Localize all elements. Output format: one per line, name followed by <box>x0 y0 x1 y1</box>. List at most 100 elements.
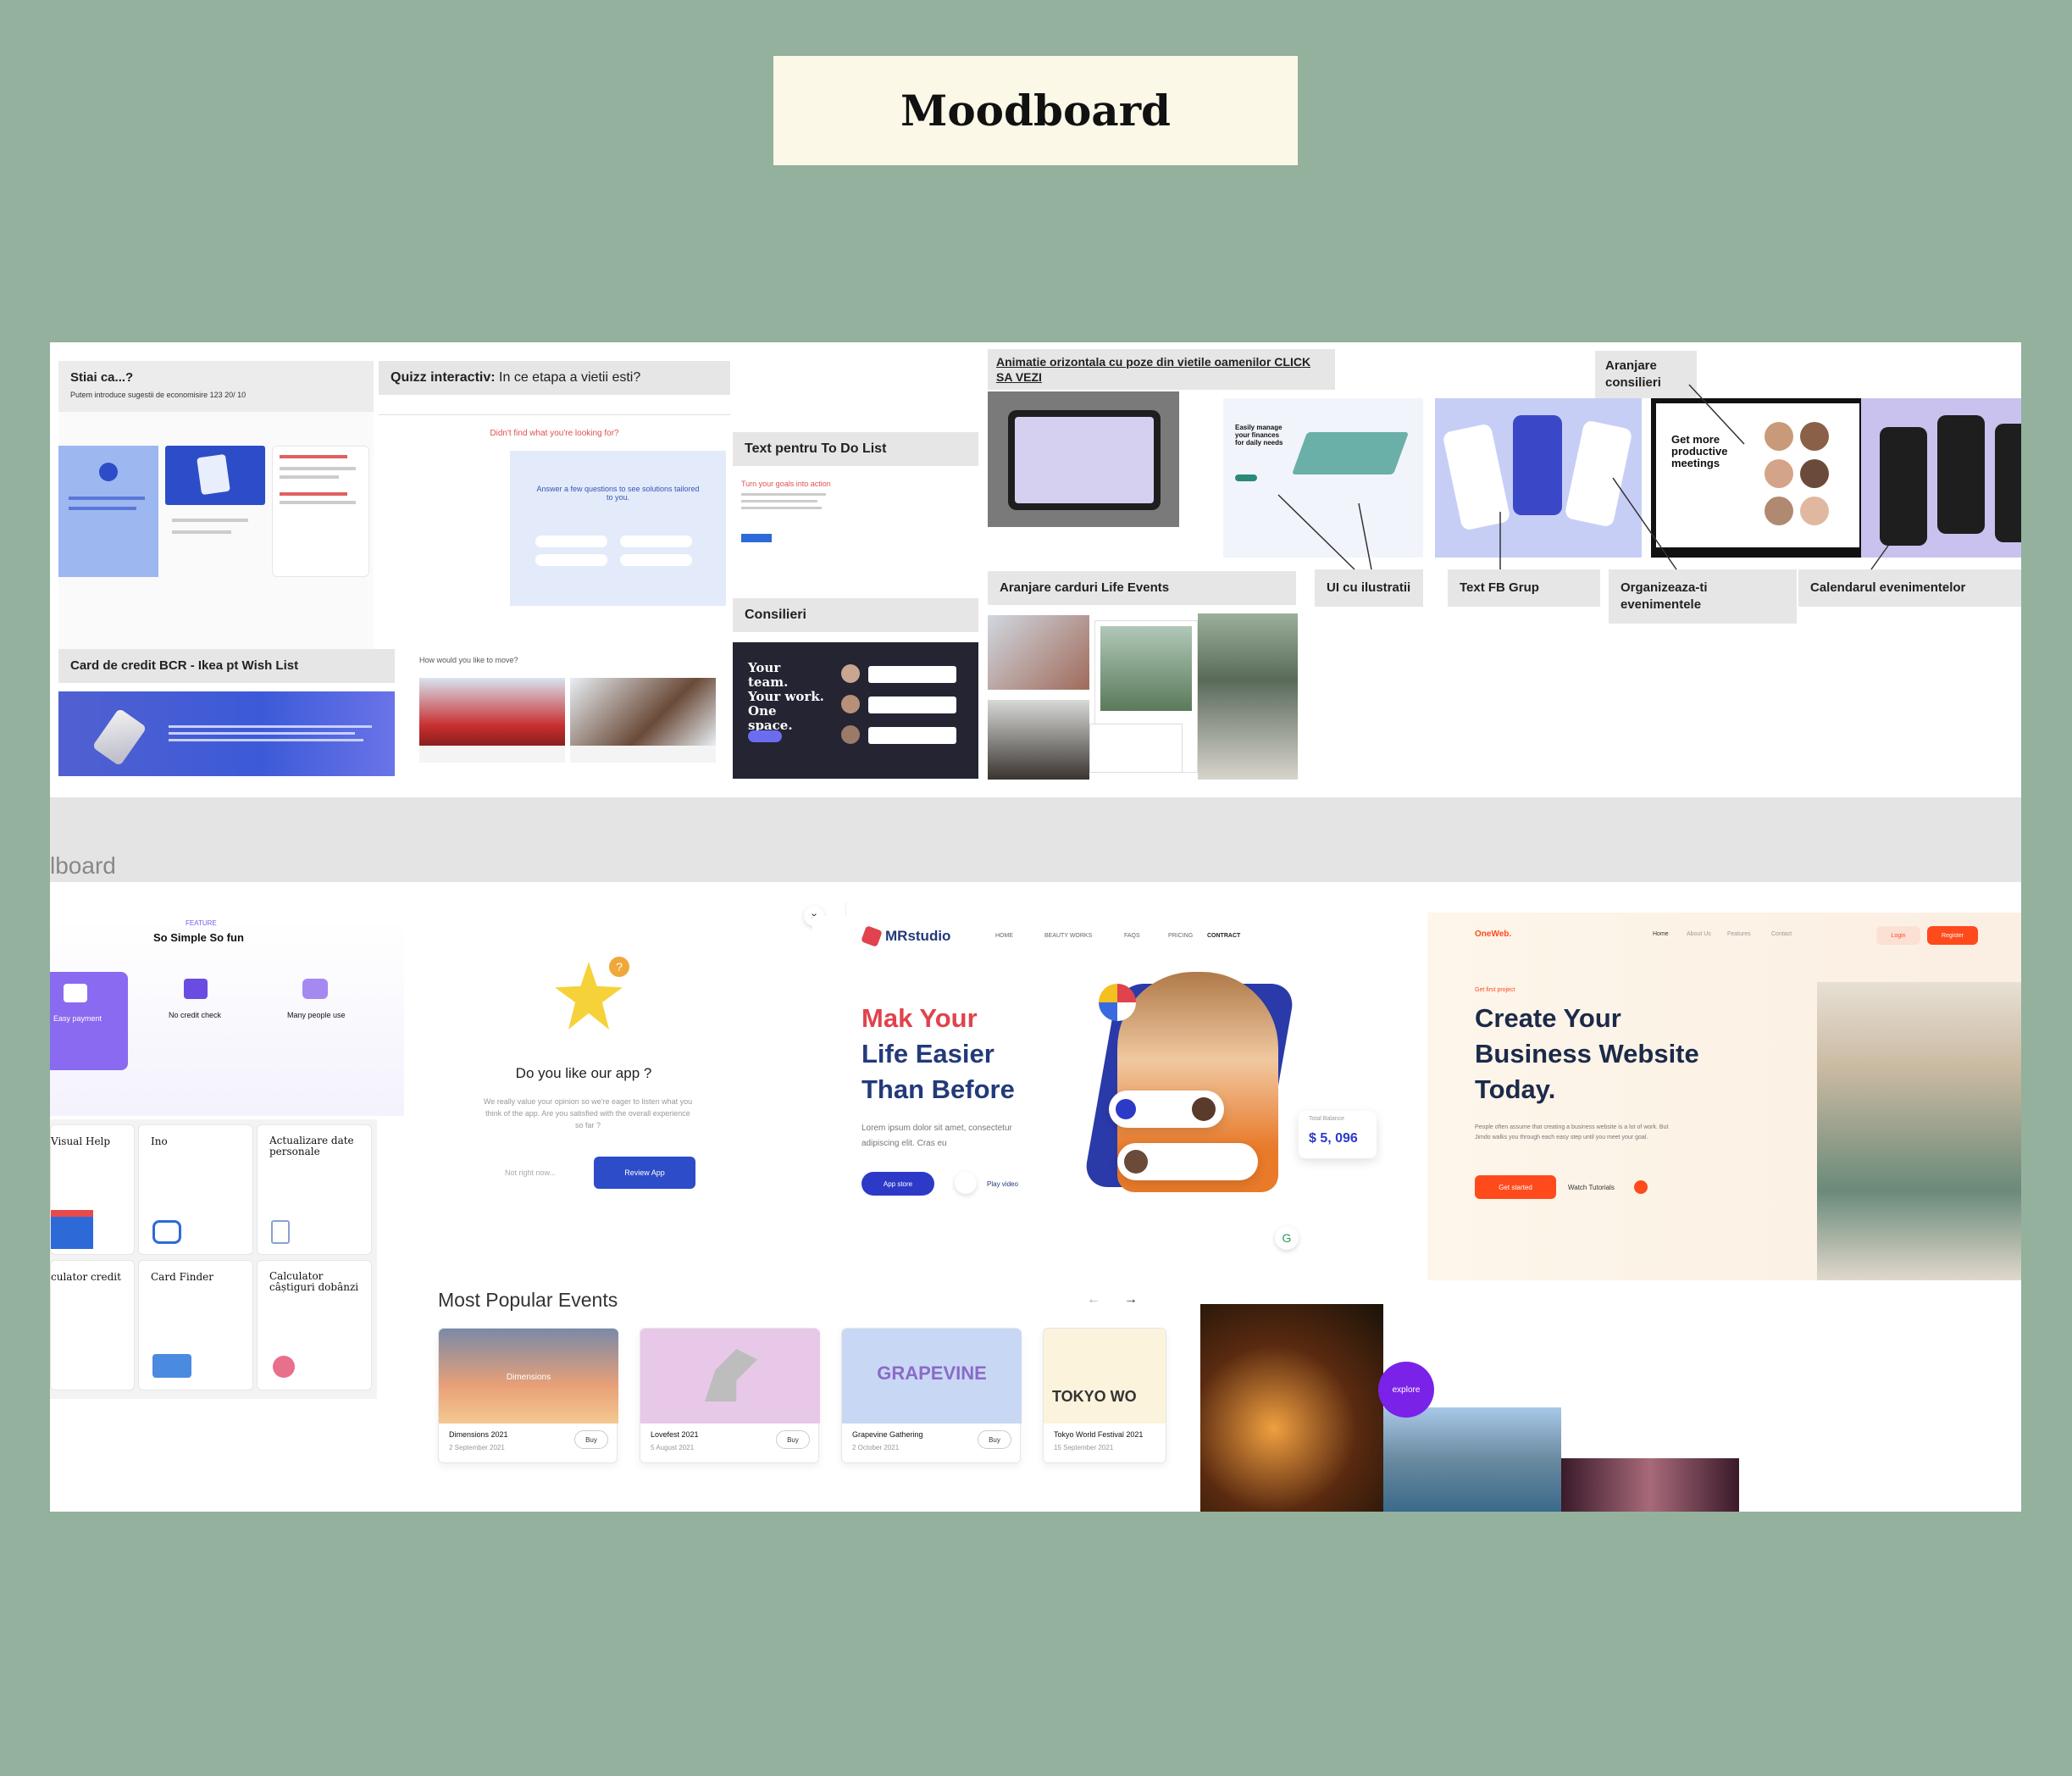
oneweb-nav-features[interactable]: Features <box>1727 931 1751 937</box>
play-icon[interactable] <box>955 1172 977 1194</box>
get-started-button[interactable]: Get started <box>1475 1175 1556 1199</box>
tile-title: Visual Help <box>51 1135 111 1147</box>
tile-calculator[interactable]: Calculator câștiguri dobânzi <box>257 1260 372 1390</box>
wallet-icon <box>64 984 87 1002</box>
board-separator: lboard <box>50 797 2021 882</box>
tile-credit[interactable]: culator credit <box>50 1260 135 1390</box>
play-icon[interactable] <box>1634 1180 1648 1194</box>
moodboard-section-1: Stiai ca...? Putem introduce sugestii de… <box>50 342 2021 797</box>
register-button[interactable]: Register <box>1927 926 1978 945</box>
buy-button[interactable]: Buy <box>574 1430 608 1449</box>
not-now-button[interactable]: Not right now... <box>484 1157 577 1189</box>
tile-title: culator credit <box>51 1271 121 1283</box>
piggy-icon <box>273 1356 295 1378</box>
feedback-text: We really value your opinion so we're ea… <box>483 1097 693 1129</box>
hero-line-3: Than Before <box>861 1074 1015 1104</box>
event-image: GRAPEVINE <box>842 1329 1022 1424</box>
tile-title: Ino <box>151 1135 168 1147</box>
event-name: Tokyo World Festival 2021 <box>1054 1430 1144 1439</box>
hero-line-2: Life Easier <box>861 1039 994 1068</box>
user-pill <box>1117 1143 1258 1180</box>
event-image <box>640 1329 820 1424</box>
buy-button[interactable]: Buy <box>776 1430 810 1449</box>
mrstudio-logo-icon <box>861 925 883 947</box>
feature-label: No credit check <box>169 1011 222 1019</box>
events-section: Most Popular Events ← → Dimensions Dimen… <box>389 1289 1251 1512</box>
arrow-right-icon[interactable]: → <box>1124 1292 1138 1307</box>
event-card[interactable]: Lovefest 2021 5 August 2021 Buy <box>640 1328 820 1463</box>
event-name: Dimensions 2021 <box>449 1430 508 1439</box>
tile-title: Actualizare date personale <box>269 1135 354 1157</box>
feature-easy-payment[interactable]: Easy payment <box>50 972 128 1070</box>
nav-beauty-works[interactable]: BEAUTY WORKS <box>1044 933 1092 939</box>
abstract-shape-icon <box>705 1349 757 1401</box>
feature-label: Many people use <box>287 1011 346 1019</box>
hero-body: Lorem ipsum dolor sit amet, consectetur … <box>861 1124 1012 1148</box>
event-name: Grapevine Gathering <box>852 1430 923 1439</box>
event-name: Lovefest 2021 <box>651 1430 699 1439</box>
avatar <box>1192 1097 1216 1121</box>
oneweb-brand: OneWeb. <box>1475 930 1512 939</box>
nav-contract[interactable]: CONTRACT <box>1207 933 1240 939</box>
event-card[interactable]: TOKYO WO Tokyo World Festival 2021 15 Se… <box>1043 1328 1166 1463</box>
oneweb-headline-3: Today. <box>1475 1074 1556 1104</box>
event-image: Dimensions <box>439 1329 618 1424</box>
title-box: Moodboard <box>773 56 1298 165</box>
event-image: TOKYO WO <box>1044 1329 1166 1424</box>
tile-title: Card Finder <box>151 1271 213 1283</box>
tunnel-photo <box>1561 1458 1739 1512</box>
explore-button[interactable]: explore <box>1378 1362 1434 1418</box>
watch-tutorials-link[interactable]: Watch Tutorials <box>1568 1184 1615 1191</box>
event-art-text: TOKYO WO <box>1052 1388 1137 1405</box>
event-card[interactable]: GRAPEVINE Grapevine Gathering 2 October … <box>841 1328 1022 1463</box>
page-title: Moodboard <box>900 86 1172 136</box>
moodboard-section-2: FEATURE So Simple So fun Easy payment No… <box>50 882 2021 1512</box>
feedback-dialog: × ? Do you like our app ? We really valu… <box>406 902 846 1265</box>
board-label-fragment: lboard <box>50 852 116 879</box>
oneweb-nav-contact[interactable]: Contact <box>1771 931 1792 937</box>
beach-ball-icon <box>1099 984 1136 1021</box>
g-badge-icon: G <box>1275 1226 1299 1250</box>
event-date: 5 August 2021 <box>651 1444 695 1451</box>
nav-pricing[interactable]: PRICING <box>1168 933 1193 939</box>
event-art-text: Dimensions <box>506 1373 551 1382</box>
tiles-grid: Visual Help Ino Actualizare date persona… <box>50 1119 377 1399</box>
nav-home[interactable]: HOME <box>995 933 1013 939</box>
tile-visual-help[interactable]: Visual Help <box>50 1124 135 1255</box>
nav-faqs[interactable]: FAQS <box>1124 933 1140 939</box>
buy-button[interactable]: Buy <box>978 1430 1011 1449</box>
contacts-pill <box>1109 1091 1224 1128</box>
balance-value: $ 5, 096 <box>1309 1131 1358 1146</box>
hero-line-1: Mak Your <box>861 1003 978 1033</box>
coast-photo <box>1383 1407 1561 1512</box>
balance-label: Total Balance <box>1309 1116 1345 1122</box>
app-store-button[interactable]: App store <box>861 1172 934 1196</box>
tile-actualizare[interactable]: Actualizare date personale <box>257 1124 372 1255</box>
oneweb-body: People often assume that creating a busi… <box>1475 1124 1669 1141</box>
login-button[interactable]: Login <box>1876 926 1920 945</box>
oneweb-hero: OneWeb. Home About Us Features Contact L… <box>1427 913 2021 1280</box>
avatar <box>1116 1099 1136 1119</box>
oneweb-nav-about[interactable]: About Us <box>1687 931 1711 937</box>
card-icon <box>152 1354 191 1378</box>
people-icon <box>302 979 328 999</box>
oneweb-nav-home[interactable]: Home <box>1653 931 1669 937</box>
review-app-button[interactable]: Review App <box>594 1157 695 1189</box>
mrstudio-brand: MRstudio <box>885 928 951 944</box>
feedback-title: Do you like our app ? <box>515 1065 652 1081</box>
play-video-link[interactable]: Play video <box>987 1180 1018 1188</box>
event-date: 2 September 2021 <box>449 1444 505 1451</box>
tile-card-finder[interactable]: Card Finder <box>138 1260 253 1390</box>
event-card[interactable]: Dimensions Dimensions 2021 2 September 2… <box>438 1328 618 1463</box>
event-date: 2 October 2021 <box>852 1444 900 1451</box>
annotation-arrows <box>1277 384 1889 570</box>
features-title: So Simple So fun <box>153 931 244 944</box>
mrstudio-hero: MRstudio HOME BEAUTY WORKS FAQS PRICING … <box>812 916 1405 1289</box>
sparks-photo <box>1200 1304 1383 1512</box>
tile-ino[interactable]: Ino <box>138 1124 253 1255</box>
document-icon <box>271 1220 290 1244</box>
arrow-left-icon[interactable]: ← <box>1087 1292 1100 1307</box>
oneweb-headline-1: Create Your <box>1475 1003 1621 1033</box>
oneweb-woman-photo <box>1817 982 2021 1280</box>
robot-icon <box>152 1220 181 1244</box>
